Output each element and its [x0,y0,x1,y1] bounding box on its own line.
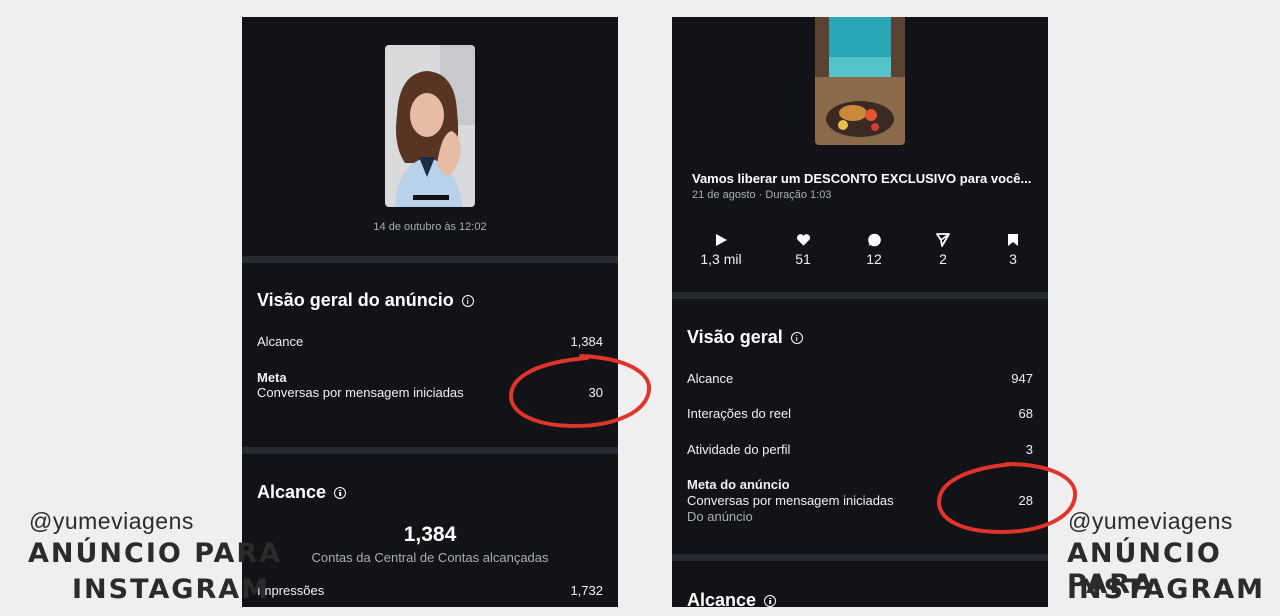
comment-icon [867,233,881,247]
overview-title-text: Visão geral [687,327,783,347]
saves-stat: 3 [983,233,1043,267]
plays-value: 1,3 mil [700,251,742,267]
reach-section-title: Alcance [257,482,347,503]
profile-activity-label: Atividade do perfil [687,442,791,457]
info-icon[interactable] [461,294,474,307]
bookmark-icon [1008,234,1018,246]
reach-big-value: 1,384 [403,523,457,546]
reach-section-title-text: Alcance [687,590,757,607]
brand-line1-left: ANÚNCIO PARA [28,538,283,569]
brand-handle-left: @yumeviagens [29,508,194,534]
right-insights-panel: Vamos liberar um DESCONTO EXCLUSIVO para… [672,17,1048,607]
shares-value: 2 [939,251,947,267]
likes-value: 51 [795,251,811,267]
plays-stat: 1,3 mil [691,233,751,267]
reach-label: Alcance [257,334,304,349]
info-icon[interactable] [334,486,347,499]
ad-overview-title-text: Visão geral do anúncio [257,290,454,310]
post-title[interactable]: Vamos liberar um DESCONTO EXCLUSIVO para… [692,171,1031,186]
impressions-value: 1,732 [570,583,603,598]
ad-overview-title: Visão geral do anúncio [257,290,474,311]
reel-interactions-label: Interações do reel [687,406,792,421]
comments-value: 12 [866,251,882,267]
heart-icon [796,234,810,246]
left-insights-panel: 14 de outubro às 12:02 Visão geral do an… [242,17,618,607]
goal-value: 30 [588,385,603,400]
section-divider [242,256,618,263]
section-divider [672,292,1048,299]
info-icon[interactable] [764,594,777,607]
shares-stat: 2 [913,233,973,267]
brand-handle-right: @yumeviagens [1068,508,1233,534]
likes-stat: 51 [773,233,833,267]
ad-goal-label: Meta do anúncio [687,477,790,492]
ad-goal-value: 28 [1018,493,1033,508]
reach-value: 947 [1011,371,1033,386]
reel-interactions-value: 68 [1018,406,1033,421]
brand-line2-right: INSTAGRAM [1067,574,1266,605]
reel-thumbnail-woman[interactable] [385,45,475,207]
post-date: 14 de outubro às 12:02 [373,221,487,233]
woman-video-image [385,45,475,207]
send-icon [936,233,950,247]
reel-thumbnail-pool[interactable] [815,17,905,145]
goal-label: Meta [257,370,287,385]
reach-big-caption: Contas da Central de Contas alcançadas [311,550,549,565]
ad-goal-sub-label: Conversas por mensagem iniciadas [687,493,894,508]
overview-title: Visão geral [687,327,803,348]
saves-value: 3 [1009,251,1017,267]
goal-sub-label: Conversas por mensagem iniciadas [257,385,464,400]
post-meta: 21 de agosto · Duração 1:03 [692,189,832,201]
play-icon [716,234,727,246]
reach-label: Alcance [687,371,734,386]
reach-value: 1,384 [570,334,603,349]
brand-line2-left: INSTAGRAM [72,574,271,605]
ad-goal-source: Do anúncio [687,509,753,524]
pool-breakfast-image [815,17,905,145]
reach-section-title-text: Alcance [257,482,327,502]
info-icon[interactable] [790,331,803,344]
comments-stat: 12 [844,233,904,267]
section-divider [242,447,618,454]
section-divider [672,554,1048,561]
profile-activity-value: 3 [1025,442,1033,457]
reach-section-title: Alcance [687,590,777,607]
